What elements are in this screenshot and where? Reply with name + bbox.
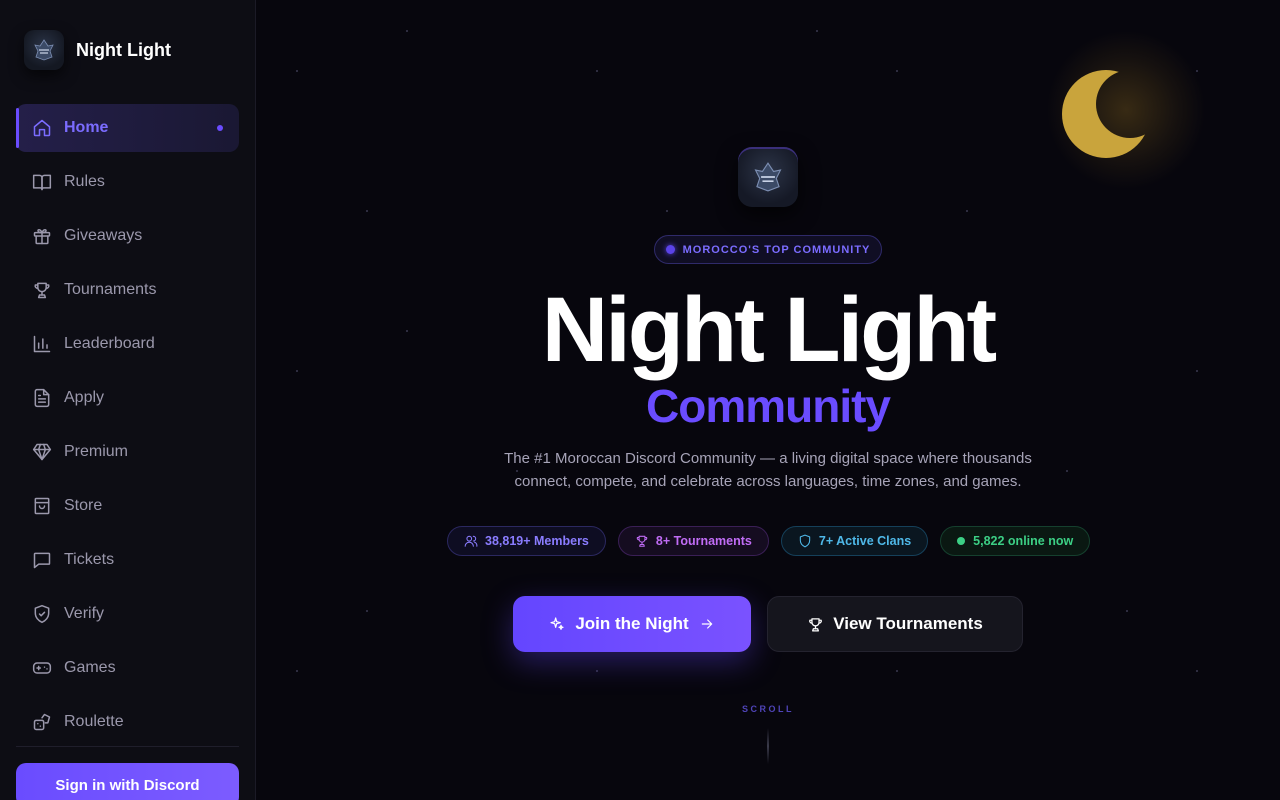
- sidebar-item-label: Premium: [64, 443, 129, 460]
- star: [1066, 470, 1068, 472]
- members-stat: 38,819+ Members: [447, 526, 606, 556]
- shield-icon: [799, 534, 811, 548]
- hero-subtitle: Community: [646, 380, 891, 432]
- trophy-icon: [32, 280, 52, 300]
- document-icon: [32, 388, 52, 408]
- brand-name: Night Light: [76, 39, 171, 60]
- sidebar: Night Light Home Rules Giveaways Tournam…: [0, 0, 256, 800]
- sidebar-item-label: Leaderboard: [64, 335, 155, 352]
- clans-stat: 7+ Active Clans: [780, 526, 929, 556]
- star: [296, 670, 298, 672]
- sidebar-item-label: Verify: [64, 605, 105, 622]
- hero-title: Night Light: [541, 279, 997, 381]
- badge-dot: [665, 245, 675, 254]
- sidebar-item-apply[interactable]: Apply: [16, 374, 239, 422]
- sidebar-item-label: Apply: [64, 389, 105, 406]
- view-tournaments-button[interactable]: View Tournaments: [767, 596, 1023, 652]
- gamepad-icon: [32, 658, 52, 678]
- star: [1196, 670, 1198, 672]
- sidebar-divider: [16, 746, 239, 747]
- book-icon: [32, 172, 52, 192]
- online-stat: 5,822 online now: [940, 526, 1091, 556]
- join-button-label: Join the Night: [575, 614, 689, 633]
- diamond-icon: [32, 442, 52, 462]
- tournaments-stat-label: 8+ Tournaments: [655, 534, 752, 548]
- sidebar-item-rules[interactable]: Rules: [16, 158, 239, 206]
- scroll-indicator-label: SCROLL: [742, 704, 794, 714]
- star: [366, 210, 368, 212]
- shield-check-icon: [32, 604, 52, 624]
- hero-logo-icon: [738, 147, 798, 207]
- sidebar-item-verify[interactable]: Verify: [16, 590, 239, 638]
- sidebar-item-store[interactable]: Store: [16, 482, 239, 530]
- brand-logo-icon: [24, 30, 64, 70]
- sparkles-icon: [550, 617, 564, 630]
- sidebar-item-leaderboard[interactable]: Leaderboard: [16, 320, 239, 368]
- sidebar-nav: Home Rules Giveaways Tournaments Leaderb…: [16, 104, 239, 752]
- crescent-moon-icon: [1062, 70, 1150, 158]
- shopping-bag-icon: [32, 496, 52, 516]
- star: [966, 210, 968, 212]
- sidebar-item-roulette[interactable]: Roulette: [16, 698, 239, 746]
- star: [896, 670, 898, 672]
- star: [296, 70, 298, 72]
- clans-stat-label: 7+ Active Clans: [818, 534, 912, 548]
- active-indicator-dot: [217, 125, 223, 131]
- arrow-right-icon: [701, 619, 712, 629]
- sidebar-item-tournaments[interactable]: Tournaments: [16, 266, 239, 314]
- star: [596, 70, 598, 72]
- stats-row: 38,819+ Members 8+ Tournaments 7+ Active…: [447, 526, 1102, 556]
- star: [896, 70, 898, 72]
- sign-in-discord-button[interactable]: Sign in with Discord: [16, 763, 239, 800]
- online-stat-label: 5,822 online now: [973, 534, 1074, 548]
- sidebar-item-label: Rules: [64, 173, 105, 190]
- bar-chart-icon: [32, 334, 52, 354]
- sidebar-item-games[interactable]: Games: [16, 644, 239, 692]
- sign-in-label: Sign in with Discord: [55, 776, 200, 794]
- star: [366, 610, 368, 612]
- sidebar-item-label: Store: [64, 497, 103, 514]
- gift-icon: [32, 226, 52, 246]
- view-tournaments-label: View Tournaments: [833, 614, 983, 633]
- brand[interactable]: Night Light: [24, 30, 171, 70]
- message-icon: [32, 550, 52, 570]
- star: [816, 30, 818, 32]
- sidebar-item-premium[interactable]: Premium: [16, 428, 239, 476]
- star: [1126, 610, 1128, 612]
- star: [406, 30, 408, 32]
- dice-icon: [32, 712, 52, 732]
- star: [666, 210, 668, 212]
- scroll-indicator-line: [767, 728, 769, 764]
- users-icon: [464, 535, 478, 547]
- trophy-icon: [636, 535, 648, 547]
- sidebar-item-label: Tournaments: [64, 281, 157, 298]
- members-stat-label: 38,819+ Members: [485, 534, 589, 548]
- trophy-icon: [809, 617, 823, 632]
- sidebar-item-giveaways[interactable]: Giveaways: [16, 212, 239, 260]
- online-status-dot: [957, 537, 966, 545]
- tournaments-stat: 8+ Tournaments: [617, 526, 769, 556]
- sidebar-item-tickets[interactable]: Tickets: [16, 536, 239, 584]
- sidebar-item-label: Home: [64, 119, 109, 136]
- sidebar-item-label: Roulette: [64, 713, 124, 730]
- sidebar-item-label: Tickets: [64, 551, 115, 568]
- join-the-night-button[interactable]: Join the Night: [513, 596, 751, 652]
- sidebar-item-label: Games: [64, 659, 116, 676]
- hero-description: The #1 Moroccan Discord Community — a li…: [504, 450, 1032, 490]
- community-badge: MOROCCO'S TOP COMMUNITY: [654, 235, 882, 264]
- star: [596, 670, 598, 672]
- home-icon: [32, 118, 52, 138]
- sidebar-item-home[interactable]: Home: [16, 104, 239, 152]
- badge-label: MOROCCO'S TOP COMMUNITY: [682, 243, 871, 256]
- sidebar-item-label: Giveaways: [64, 227, 143, 244]
- hero-section: MOROCCO'S TOP COMMUNITY Night Light Comm…: [256, 0, 1280, 800]
